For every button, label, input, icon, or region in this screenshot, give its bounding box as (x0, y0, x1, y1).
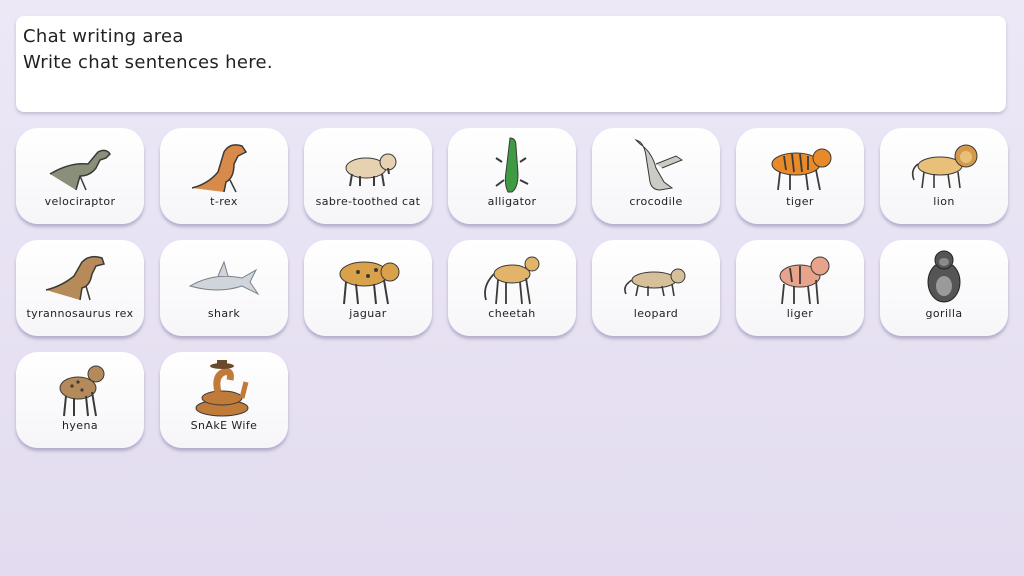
gorilla-icon (904, 246, 984, 308)
symbol-tile-label: liger (786, 307, 814, 320)
symbol-tile-label: cheetah (488, 307, 536, 320)
symbol-tile-label: t-rex (210, 195, 238, 208)
symbol-tile-label: alligator (487, 195, 537, 208)
symbol-tile-shark[interactable]: shark (160, 240, 288, 336)
symbol-tile-label: leopard (633, 307, 679, 320)
symbol-tile-label: velociraptor (44, 195, 116, 208)
symbol-grid: velociraptor t-rex sabre-toothed cat alliga… (16, 128, 1008, 448)
lion-icon (904, 134, 984, 196)
sabre-toothed-cat-icon (328, 134, 408, 196)
chat-placeholder: Write chat sentences here. (23, 52, 273, 73)
snake-icon (184, 358, 264, 420)
leopard-icon (616, 246, 696, 308)
symbol-tile-cheetah[interactable]: cheetah (448, 240, 576, 336)
symbol-tile-lion[interactable]: lion (880, 128, 1008, 224)
symbol-tile-sabre-toothed-cat[interactable]: sabre-toothed cat (304, 128, 432, 224)
tiger-icon (760, 134, 840, 196)
jaguar-icon (328, 246, 408, 308)
t-rex-icon (184, 134, 264, 196)
liger-icon (760, 246, 840, 308)
symbol-tile-jaguar[interactable]: jaguar (304, 240, 432, 336)
symbol-tile-label: crocodile (629, 195, 683, 208)
symbol-tile-hyena[interactable]: hyena (16, 352, 144, 448)
symbol-tile-label: lion (933, 195, 955, 208)
symbol-tile-tyrannosaurus-rex[interactable]: tyrannosaurus rex (16, 240, 144, 336)
symbol-tile-label: tiger (786, 195, 814, 208)
symbol-tile-leopard[interactable]: leopard (592, 240, 720, 336)
symbol-tile-gorilla[interactable]: gorilla (880, 240, 1008, 336)
shark-icon (184, 246, 264, 308)
hyena-icon (40, 358, 120, 420)
symbol-tile-alligator[interactable]: alligator (448, 128, 576, 224)
symbol-tile-label: sabre-toothed cat (315, 195, 421, 208)
symbol-tile-label: SnAkE Wife (190, 419, 258, 432)
velociraptor-icon (40, 134, 120, 196)
symbol-tile-crocodile[interactable]: crocodile (592, 128, 720, 224)
symbol-tile-label: tyrannosaurus rex (26, 307, 134, 320)
alligator-icon (472, 134, 552, 196)
chat-writing-area[interactable]: Chat writing area Write chat sentences h… (16, 16, 1006, 112)
symbol-tile-t-rex[interactable]: t-rex (160, 128, 288, 224)
symbol-tile-label: jaguar (349, 307, 387, 320)
crocodile-icon (616, 134, 696, 196)
symbol-tile-label: shark (207, 307, 241, 320)
chat-title: Chat writing area (23, 26, 184, 47)
tyrannosaurus-rex-icon (40, 246, 120, 308)
symbol-tile-liger[interactable]: liger (736, 240, 864, 336)
cheetah-icon (472, 246, 552, 308)
symbol-tile-snake[interactable]: SnAkE Wife (160, 352, 288, 448)
symbol-tile-label: hyena (62, 419, 98, 432)
symbol-tile-velociraptor[interactable]: velociraptor (16, 128, 144, 224)
symbol-tile-tiger[interactable]: tiger (736, 128, 864, 224)
symbol-tile-label: gorilla (925, 307, 963, 320)
